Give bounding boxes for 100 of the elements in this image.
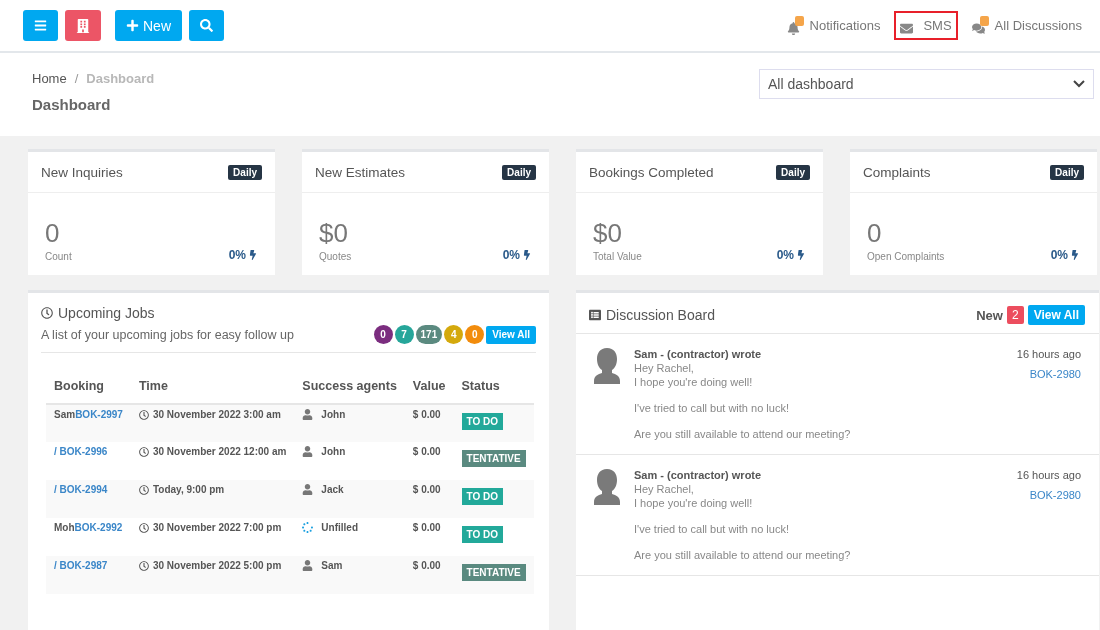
- chat-icon: [971, 16, 989, 36]
- period-badge: Daily: [1050, 164, 1084, 180]
- stat-value: $0: [319, 218, 349, 249]
- panel-title: Discussion Board: [606, 307, 715, 323]
- agent-name: John: [321, 409, 346, 420]
- view-all-button[interactable]: View All: [1027, 305, 1085, 325]
- message-line: I've tried to call but with no luck!: [634, 402, 790, 414]
- bolt-icon: [796, 250, 806, 260]
- message-line: Hey Rachel,: [634, 483, 695, 495]
- new-label: New: [976, 307, 1003, 323]
- job-time: 30 November 2022 5:00 pm: [152, 560, 282, 571]
- count-badge[interactable]: 7: [394, 325, 414, 344]
- new-button[interactable]: New: [115, 10, 182, 42]
- status-badge: TO DO: [461, 526, 503, 543]
- period-badge: Daily: [228, 164, 262, 180]
- status-badge: TENTATIVE: [461, 450, 526, 467]
- job-value: $ 0.00: [412, 484, 441, 495]
- agent-name: John: [321, 446, 346, 457]
- stat-caption: Quotes: [319, 251, 352, 262]
- booking-link[interactable]: BOK-2980: [1029, 368, 1081, 440]
- post-time: 16 hours ago: [1016, 348, 1081, 360]
- message-line: Are you still available to attend our meeting?: [634, 428, 851, 440]
- change-percent: 0%: [502, 248, 520, 262]
- stat-caption: Open Complaints: [867, 251, 945, 262]
- header-link[interactable]: All Discussions: [965, 11, 1088, 41]
- new-count-badge: 2: [1006, 306, 1024, 324]
- agent-name: Sam: [321, 560, 343, 571]
- clock-icon: [138, 560, 149, 571]
- bell-icon: [786, 16, 804, 36]
- booking-link[interactable]: BOK-2980: [1029, 489, 1081, 561]
- booking-link[interactable]: SamBOK-2997: [54, 409, 123, 420]
- message-line: Hey Rachel,: [634, 362, 695, 374]
- chevron-icon: [1073, 80, 1085, 89]
- clock-icon: [41, 307, 53, 319]
- agent-name: Unfilled: [321, 522, 359, 533]
- header-link[interactable]: SMS: [894, 11, 958, 41]
- stat-caption: Count: [45, 251, 72, 262]
- change-percent: 0%: [776, 248, 794, 262]
- stat-value: 0: [867, 218, 883, 249]
- clock-icon: [138, 484, 149, 495]
- status-badge: TO DO: [461, 413, 503, 430]
- job-value: $ 0.00: [412, 409, 441, 420]
- change-percent: 0%: [1050, 248, 1068, 262]
- building-button[interactable]: [65, 10, 101, 42]
- avatar-silhouette: [594, 348, 620, 384]
- search-button[interactable]: [189, 10, 224, 42]
- card-title: Complaints: [863, 164, 931, 180]
- breadcrumb-item[interactable]: Home: [32, 71, 67, 87]
- message-line: I hope you're doing well!: [634, 497, 754, 509]
- stat-value: $0: [593, 218, 623, 249]
- menu-icon: [34, 19, 47, 33]
- bolt-icon: [522, 250, 532, 260]
- post-author: Sam - (contractor) wrote: [634, 348, 762, 360]
- job-time: Today, 9:00 pm: [152, 484, 225, 495]
- status-badge: TO DO: [461, 488, 503, 505]
- bolt-icon: [1070, 250, 1080, 260]
- job-time: 30 November 2022 7:00 pm: [152, 522, 282, 533]
- panel-title: Upcoming Jobs: [58, 305, 155, 321]
- breadcrumb-separator: /: [74, 71, 79, 87]
- card-title: New Inquiries: [41, 164, 123, 180]
- list-icon: [589, 309, 601, 321]
- job-value: $ 0.00: [412, 560, 441, 571]
- post-author: Sam - (contractor) wrote: [634, 469, 762, 481]
- menu-button[interactable]: [23, 10, 58, 42]
- count-badge[interactable]: 171: [415, 325, 443, 344]
- stat-value: 0: [45, 218, 61, 249]
- job-value: $ 0.00: [412, 446, 441, 457]
- card-title: Bookings Completed: [589, 164, 714, 180]
- message-line: I hope you're doing well!: [634, 376, 754, 388]
- avatar-silhouette: [594, 469, 620, 505]
- dashboard-select[interactable]: All dashboard: [759, 69, 1094, 100]
- post-time: 16 hours ago: [1016, 469, 1081, 481]
- job-time: 30 November 2022 12:00 am: [152, 446, 287, 457]
- booking-link[interactable]: / BOK-2996: [54, 446, 108, 457]
- message-line: Are you still available to attend our meeting?: [634, 549, 851, 561]
- clock-icon: [138, 446, 149, 457]
- search-icon: [200, 19, 213, 33]
- count-badge[interactable]: 0: [373, 325, 393, 344]
- job-value: $ 0.00: [412, 522, 441, 533]
- message-line: I've tried to call but with no luck!: [634, 523, 790, 535]
- building-icon: [76, 18, 90, 33]
- page-title: Dashboard: [32, 96, 112, 114]
- clock-icon: [138, 409, 149, 420]
- count-badge[interactable]: 4: [444, 325, 464, 344]
- breadcrumb-item: Dashboard: [86, 71, 155, 87]
- stat-caption: Total Value: [593, 251, 642, 262]
- booking-link[interactable]: MohBOK-2992: [54, 522, 123, 533]
- panel-subtitle: A list of your upcoming jobs for easy follow up: [41, 327, 294, 342]
- status-badge: TENTATIVE: [461, 564, 526, 581]
- count-badge[interactable]: 0: [465, 325, 485, 344]
- clock-icon: [138, 522, 149, 533]
- bolt-icon: [248, 250, 258, 260]
- period-badge: Daily: [502, 164, 536, 180]
- card-title: New Estimates: [315, 164, 406, 180]
- booking-link[interactable]: / BOK-2994: [54, 484, 108, 495]
- period-badge: Daily: [776, 164, 810, 180]
- header-link[interactable]: Notifications: [780, 11, 887, 41]
- job-time: 30 November 2022 3:00 am: [152, 409, 281, 420]
- view-all-button[interactable]: View All: [486, 325, 536, 344]
- booking-link[interactable]: / BOK-2987: [54, 560, 108, 571]
